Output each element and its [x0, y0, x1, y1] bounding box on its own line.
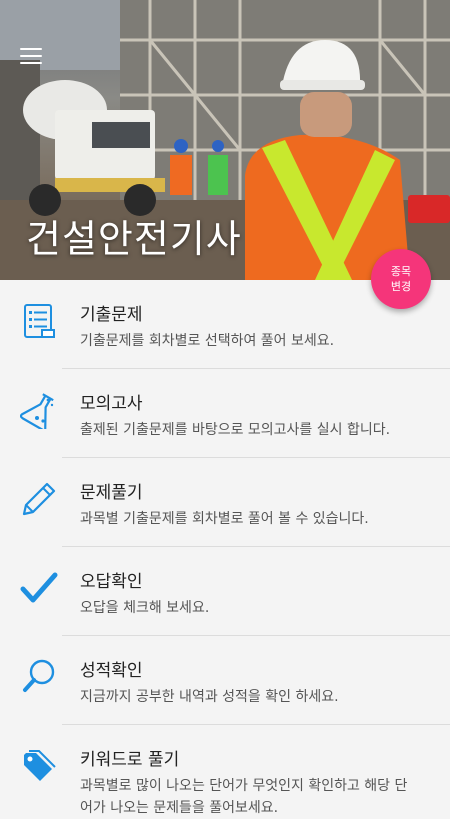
pencil-icon	[22, 482, 56, 516]
menu-item-desc: 오답을 체크해 보세요.	[80, 600, 210, 616]
menu-item-title: 기출문제	[80, 305, 143, 325]
checkmark-icon	[20, 572, 58, 603]
menu-item-desc: 과목별로 많이 나오는 단어가 무엇인지 확인하고 해당 단어가 나오는 문제들…	[80, 778, 408, 816]
menu-item-grades[interactable]: 성적확인 지금까지 공부한 내역과 성적을 확인 하세요.	[0, 636, 450, 725]
menu-item-title: 오답확인	[80, 572, 143, 592]
menu-item-mock-exam[interactable]: 모의고사 출제된 기출문제를 바탕으로 모의고사를 실시 합니다.	[0, 369, 450, 458]
menu-list: 기출문제 기출문제를 회차별로 선택하여 풀어 보세요. 모의고사 출제된 기출…	[0, 280, 450, 816]
hamburger-menu-icon[interactable]	[20, 48, 42, 66]
change-subject-button[interactable]: 종목 변경	[371, 249, 431, 309]
menu-item-desc: 출제된 기출문제를 바탕으로 모의고사를 실시 합니다.	[80, 422, 391, 438]
menu-item-keywords[interactable]: 키워드로 풀기 과목별로 많이 나오는 단어가 무엇인지 확인하고 해당 단어가…	[0, 725, 450, 816]
change-subject-label: 종목 변경	[390, 265, 412, 293]
menu-item-desc: 기출문제를 회차별로 선택하여 풀어 보세요.	[80, 333, 335, 349]
menu-item-desc: 과목별 기출문제를 회차별로 풀어 볼 수 있습니다.	[80, 511, 369, 527]
app-title: 건설안전기사	[26, 217, 242, 261]
menu-item-solve-problems[interactable]: 문제풀기 과목별 기출문제를 회차별로 풀어 볼 수 있습니다.	[0, 458, 450, 547]
document-list-icon	[24, 304, 55, 338]
header-image: 건설안전기사	[0, 0, 450, 280]
flask-icon	[20, 393, 54, 429]
menu-item-title: 모의고사	[80, 394, 143, 414]
menu-item-desc: 지금까지 공부한 내역과 성적을 확인 하세요.	[80, 689, 339, 705]
menu-item-title: 성적확인	[80, 661, 143, 681]
menu-item-wrong-answers[interactable]: 오답확인 오답을 체크해 보세요.	[0, 547, 450, 636]
tags-icon	[24, 750, 56, 781]
menu-item-title: 키워드로 풀기	[80, 750, 180, 770]
magnifier-icon	[23, 659, 55, 692]
menu-item-title: 문제풀기	[80, 483, 143, 503]
